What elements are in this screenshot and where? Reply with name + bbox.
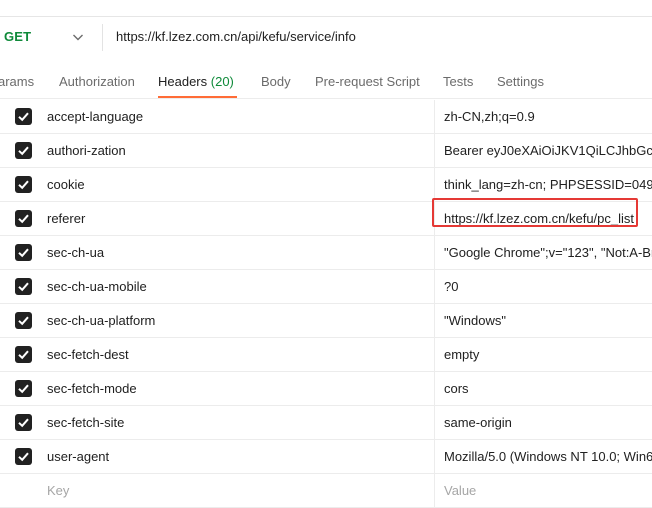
checkmark-icon: [18, 452, 29, 462]
method-selector[interactable]: GET: [4, 29, 31, 44]
headers-table: accept-language zh-CN,zh;q=0.9 authori-z…: [0, 100, 652, 508]
table-row: sec-fetch-site same-origin: [0, 406, 652, 440]
row-checkbox[interactable]: [15, 142, 32, 159]
chevron-down-icon[interactable]: [70, 29, 86, 45]
header-value[interactable]: Mozilla/5.0 (Windows NT 10.0; Win64: [444, 449, 652, 464]
tab-params[interactable]: arams: [0, 74, 34, 89]
header-value[interactable]: ?0: [444, 279, 458, 294]
new-header-row: Key Value: [0, 474, 652, 508]
headers-count-badge: (20): [210, 74, 234, 89]
table-row: accept-language zh-CN,zh;q=0.9: [0, 100, 652, 134]
checkmark-icon: [18, 316, 29, 326]
column-divider: [434, 236, 435, 269]
row-checkbox[interactable]: [15, 414, 32, 431]
checkmark-icon: [18, 418, 29, 428]
header-key[interactable]: sec-ch-ua: [47, 245, 104, 260]
tab-authorization[interactable]: Authorization: [59, 74, 135, 89]
column-divider: [434, 338, 435, 371]
column-divider: [434, 440, 435, 473]
header-key[interactable]: user-agent: [47, 449, 109, 464]
url-divider: [102, 24, 103, 51]
header-key[interactable]: sec-ch-ua-platform: [47, 313, 155, 328]
new-key-input[interactable]: Key: [47, 483, 69, 498]
table-row: user-agent Mozilla/5.0 (Windows NT 10.0;…: [0, 440, 652, 474]
table-row: cookie think_lang=zh-cn; PHPSESSID=0490: [0, 168, 652, 202]
checkmark-icon: [18, 248, 29, 258]
header-value[interactable]: "Windows": [444, 313, 506, 328]
column-divider: [434, 406, 435, 439]
tab-tests[interactable]: Tests: [443, 74, 473, 89]
tab-settings[interactable]: Settings: [497, 74, 544, 89]
column-divider: [434, 372, 435, 405]
active-tab-indicator: [158, 96, 237, 98]
row-checkbox[interactable]: [15, 210, 32, 227]
tab-pre-request-script[interactable]: Pre-request Script: [315, 74, 420, 89]
checkmark-icon: [18, 180, 29, 190]
table-row: sec-ch-ua-mobile ?0: [0, 270, 652, 304]
table-row: sec-fetch-mode cors: [0, 372, 652, 406]
tab-headers[interactable]: Headers (20): [158, 74, 234, 89]
column-divider: [434, 202, 435, 235]
row-checkbox[interactable]: [15, 312, 32, 329]
header-value[interactable]: same-origin: [444, 415, 512, 430]
table-row: authori-zation Bearer eyJ0eXAiOiJKV1QiLC…: [0, 134, 652, 168]
tab-headers-label: Headers: [158, 74, 208, 89]
table-row: sec-ch-ua-platform "Windows": [0, 304, 652, 338]
header-key[interactable]: accept-language: [47, 109, 143, 124]
column-divider: [434, 168, 435, 201]
table-row: sec-ch-ua "Google Chrome";v="123", "Not:…: [0, 236, 652, 270]
tab-body[interactable]: Body: [261, 74, 291, 89]
url-input[interactable]: https://kf.lzez.com.cn/api/kefu/service/…: [116, 29, 356, 44]
request-tabs: arams Authorization Headers (20) Body Pr…: [0, 58, 652, 99]
row-checkbox[interactable]: [15, 448, 32, 465]
url-bar: GET https://kf.lzez.com.cn/api/kefu/serv…: [0, 17, 652, 58]
header-value[interactable]: empty: [444, 347, 479, 362]
row-checkbox[interactable]: [15, 346, 32, 363]
header-value[interactable]: cors: [444, 381, 469, 396]
column-divider: [434, 134, 435, 167]
column-divider: [434, 100, 435, 133]
checkmark-icon: [18, 384, 29, 394]
checkmark-icon: [18, 214, 29, 224]
table-row: referer https://kf.lzez.com.cn/kefu/pc_l…: [0, 202, 652, 236]
header-key[interactable]: sec-fetch-mode: [47, 381, 137, 396]
header-key[interactable]: sec-fetch-site: [47, 415, 124, 430]
checkmark-icon: [18, 112, 29, 122]
new-value-input[interactable]: Value: [444, 483, 476, 498]
row-checkbox[interactable]: [15, 108, 32, 125]
row-checkbox[interactable]: [15, 380, 32, 397]
checkmark-icon: [18, 146, 29, 156]
header-key[interactable]: cookie: [47, 177, 85, 192]
column-divider: [434, 270, 435, 303]
row-checkbox[interactable]: [15, 176, 32, 193]
checkmark-icon: [18, 282, 29, 292]
header-key[interactable]: sec-ch-ua-mobile: [47, 279, 147, 294]
header-key[interactable]: sec-fetch-dest: [47, 347, 129, 362]
header-value[interactable]: Bearer eyJ0eXAiOiJKV1QiLCJhbGciO: [444, 143, 652, 158]
header-value[interactable]: "Google Chrome";v="123", "Not:A-Bra: [444, 245, 652, 260]
header-value[interactable]: https://kf.lzez.com.cn/kefu/pc_list: [444, 211, 634, 226]
row-checkbox[interactable]: [15, 244, 32, 261]
header-value[interactable]: think_lang=zh-cn; PHPSESSID=0490: [444, 177, 652, 192]
table-row: sec-fetch-dest empty: [0, 338, 652, 372]
row-checkbox[interactable]: [15, 278, 32, 295]
column-divider: [434, 304, 435, 337]
header-key[interactable]: referer: [47, 211, 85, 226]
column-divider: [434, 474, 435, 507]
header-value[interactable]: zh-CN,zh;q=0.9: [444, 109, 535, 124]
checkmark-icon: [18, 350, 29, 360]
header-key[interactable]: authori-zation: [47, 143, 126, 158]
